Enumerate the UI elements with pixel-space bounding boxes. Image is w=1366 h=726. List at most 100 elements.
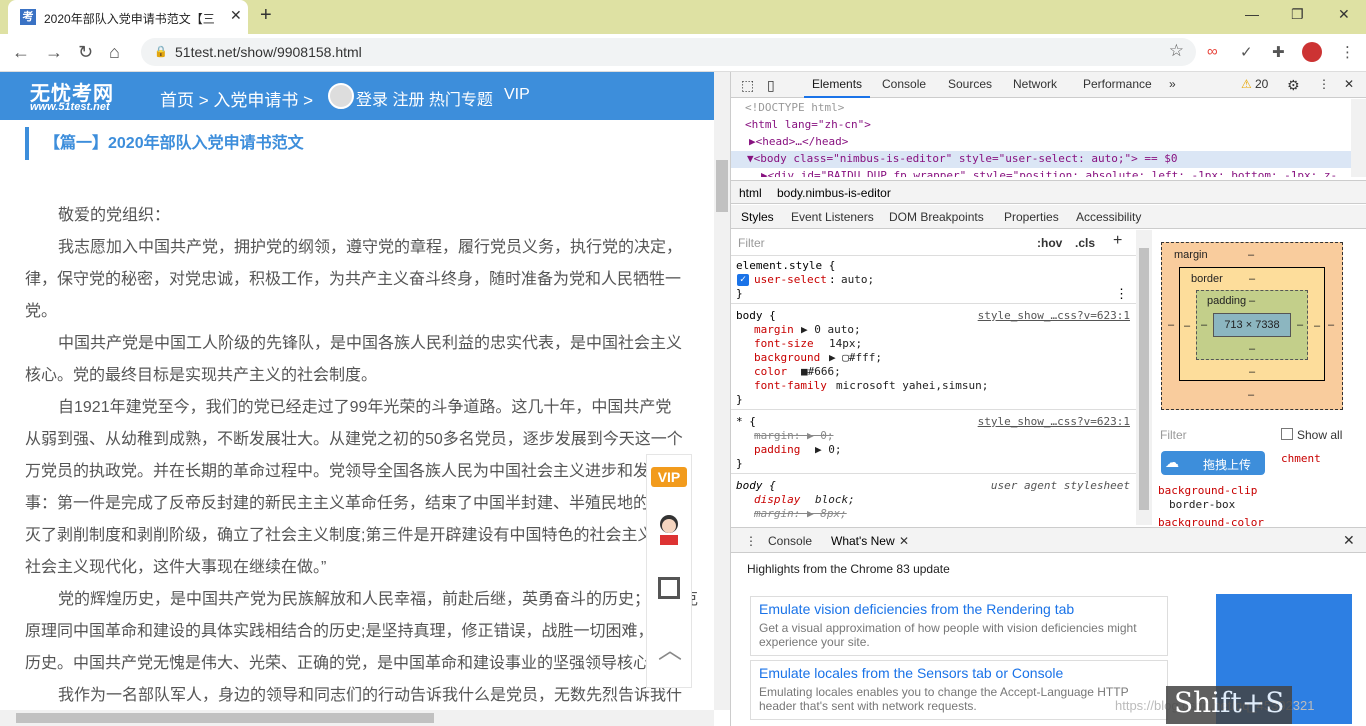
padding-left-value[interactable]: –: [1201, 319, 1207, 331]
property-checkbox[interactable]: ✓: [737, 274, 749, 286]
computed-filter-input[interactable]: Filter: [1160, 428, 1187, 442]
subtab-properties[interactable]: Properties: [1004, 210, 1059, 224]
devtools-close-icon[interactable]: ✕: [1344, 77, 1354, 91]
border-top-value[interactable]: –: [1249, 273, 1255, 285]
styles-filter-input[interactable]: Filter: [738, 236, 765, 250]
devtools-menu-icon[interactable]: ⋮: [1318, 77, 1330, 91]
customer-service-icon[interactable]: [657, 513, 681, 545]
dom-node[interactable]: <html lang="zh-cn">: [745, 118, 871, 131]
dom-node-body[interactable]: ▼<body class="nimbus-is-editor" style="u…: [747, 152, 1177, 165]
overridden-property[interactable]: margin: ▶ 0;: [754, 429, 833, 442]
drawer-close-icon[interactable]: ✕: [1343, 532, 1355, 549]
user-links[interactable]: 登录 注册 热门专题: [356, 86, 493, 110]
lock-icon[interactable]: 🔒: [154, 45, 168, 58]
computed-property[interactable]: chment: [1281, 452, 1321, 465]
show-all-checkbox[interactable]: [1281, 428, 1293, 440]
dom-scrollbar[interactable]: [1351, 99, 1366, 177]
property-value[interactable]: 14px;: [829, 337, 862, 350]
new-rule-icon[interactable]: +: [1113, 232, 1122, 250]
warning-icon[interactable]: ⚠: [1241, 77, 1252, 91]
property-name[interactable]: background: [754, 351, 820, 364]
reload-icon[interactable]: ↻: [78, 42, 93, 63]
feature-title[interactable]: Emulate vision deficiencies from the Ren…: [759, 601, 1074, 617]
tab-network[interactable]: Network: [1013, 77, 1057, 91]
bookmark-star-icon[interactable]: ☆: [1169, 41, 1184, 61]
overridden-property[interactable]: margin: ▶ 8px;: [754, 507, 847, 520]
padding-right-value[interactable]: –: [1297, 319, 1303, 331]
more-tabs-icon[interactable]: »: [1169, 77, 1176, 91]
back-to-top-icon[interactable]: ︿: [658, 630, 682, 665]
tab-elements[interactable]: Elements: [803, 77, 871, 98]
menu-icon[interactable]: ⋮: [1340, 43, 1355, 61]
window-close-icon[interactable]: ✕: [1338, 6, 1350, 23]
scrollbar-thumb[interactable]: [16, 713, 434, 723]
drawer-tab-whats-new[interactable]: What's New: [831, 534, 895, 548]
subtab-event-listeners[interactable]: Event Listeners: [791, 210, 874, 224]
dom-node[interactable]: <!DOCTYPE html>: [745, 101, 844, 114]
dom-node[interactable]: ▶<head>…</head>: [749, 135, 848, 148]
device-toolbar-icon[interactable]: ▯: [767, 77, 775, 94]
tab-sources[interactable]: Sources: [948, 77, 992, 91]
drawer-tab-console[interactable]: Console: [768, 534, 812, 548]
property-name[interactable]: color: [754, 365, 787, 378]
padding-bottom-value[interactable]: –: [1249, 343, 1255, 355]
subtab-dom-breakpoints[interactable]: DOM Breakpoints: [889, 210, 984, 224]
border-left-value[interactable]: –: [1184, 320, 1190, 332]
warning-count[interactable]: 20: [1255, 77, 1268, 91]
browser-tab[interactable]: 考 2020年部队入党申请书范文【三 ✕: [8, 0, 248, 34]
rule-menu-icon[interactable]: ⋮: [1115, 287, 1128, 302]
margin-bottom-value[interactable]: –: [1248, 389, 1254, 401]
forward-icon[interactable]: →: [45, 42, 63, 63]
drawer-tab-close-icon[interactable]: ✕: [899, 534, 909, 548]
crumb-body[interactable]: body.nimbus-is-editor: [777, 186, 891, 200]
margin-left-value[interactable]: –: [1168, 319, 1174, 331]
padding-top-value[interactable]: –: [1249, 295, 1255, 307]
extensions-puzzle-icon[interactable]: ✚: [1272, 43, 1285, 61]
dom-node[interactable]: ▶<div id="BAIDU_DUP_fp_wrapper" style="p…: [761, 169, 1337, 177]
minimize-icon[interactable]: —: [1245, 6, 1259, 22]
margin-right-value[interactable]: –: [1328, 319, 1334, 331]
back-icon[interactable]: ←: [12, 42, 30, 63]
upload-widget[interactable]: ☁ 拖拽上传: [1161, 451, 1265, 475]
drawer-menu-icon[interactable]: ⋮: [745, 534, 757, 548]
profile-avatar[interactable]: [1302, 42, 1322, 62]
property-value[interactable]: microsoft yahei,simsun;: [836, 379, 988, 392]
tab-performance[interactable]: Performance: [1083, 77, 1152, 91]
tab-close-icon[interactable]: ✕: [230, 7, 242, 24]
feature-title[interactable]: Emulate locales from the Sensors tab or …: [759, 665, 1063, 681]
page-vertical-scrollbar[interactable]: [714, 72, 730, 710]
subtab-styles[interactable]: Styles: [741, 210, 774, 224]
tab-console[interactable]: Console: [882, 77, 926, 91]
border-bottom-value[interactable]: –: [1249, 366, 1255, 378]
computed-property[interactable]: background-clip: [1158, 484, 1257, 497]
property-value[interactable]: ▶ 0 auto;: [801, 323, 861, 336]
property-name[interactable]: margin: [754, 323, 794, 336]
feature-card[interactable]: Emulate vision deficiencies from the Ren…: [750, 596, 1168, 656]
extension-check-icon[interactable]: ✓: [1240, 43, 1253, 61]
property-name[interactable]: padding: [754, 443, 800, 456]
rule-source-link[interactable]: style_show_…css?v=623:1: [978, 309, 1130, 322]
scrollbar-thumb[interactable]: [1139, 248, 1149, 510]
feature-card[interactable]: Emulate locales from the Sensors tab or …: [750, 660, 1168, 720]
border-right-value[interactable]: –: [1314, 320, 1320, 332]
property-name[interactable]: font-family: [754, 379, 827, 392]
user-avatar[interactable]: [328, 83, 354, 109]
hov-toggle[interactable]: :hov: [1037, 236, 1062, 250]
new-tab-button[interactable]: +: [260, 4, 272, 27]
breadcrumb[interactable]: 首页 > 入党申请书 >: [160, 86, 313, 111]
property-value[interactable]: auto;: [841, 273, 874, 286]
address-bar[interactable]: 🔒 51test.net/show/9908158.html ☆: [141, 38, 1196, 66]
property-value[interactable]: block;: [815, 493, 855, 506]
qr-code-icon[interactable]: [658, 577, 680, 599]
settings-gear-icon[interactable]: ⚙: [1287, 77, 1300, 94]
vip-badge[interactable]: VIP: [651, 467, 687, 487]
home-icon[interactable]: ⌂: [109, 42, 120, 63]
margin-top-value[interactable]: –: [1248, 249, 1254, 261]
extension-infinity-icon[interactable]: ∞: [1207, 43, 1218, 60]
property-name[interactable]: user-select: [754, 273, 827, 286]
restore-icon[interactable]: ❐: [1291, 6, 1304, 23]
cls-toggle[interactable]: .cls: [1075, 236, 1095, 250]
property-name[interactable]: font-size: [754, 337, 814, 350]
property-name[interactable]: display: [754, 493, 800, 506]
vip-link[interactable]: VIP: [504, 86, 530, 104]
